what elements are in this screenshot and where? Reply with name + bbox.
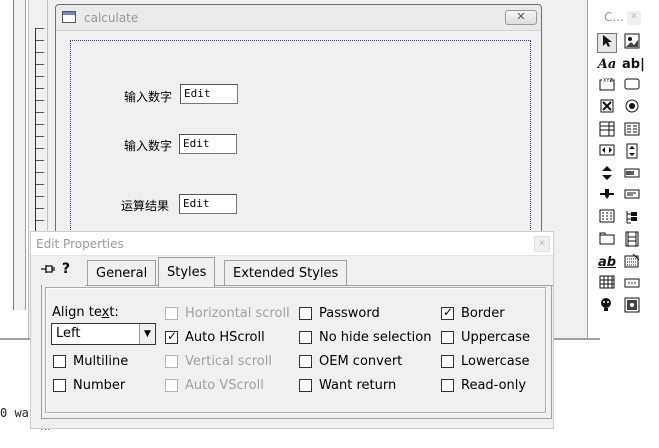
number-checkbox[interactable] <box>53 378 66 392</box>
number-label: Number <box>73 377 126 393</box>
chevron-down-icon[interactable]: ▼ <box>139 324 155 344</box>
oem-convert-option[interactable]: OEM convert <box>299 352 402 370</box>
vertical-scrollbar-icon[interactable] <box>622 143 642 163</box>
multiline-label: Multiline <box>73 353 129 369</box>
lowercase-option[interactable]: Lowercase <box>441 352 530 370</box>
uppercase-label: Uppercase <box>461 329 530 345</box>
align-text-select[interactable]: Left ▼ <box>51 323 156 345</box>
edit-properties-window[interactable]: Edit Properties ✕ ? General Styles Exten… <box>30 231 554 429</box>
multiline-checkbox[interactable] <box>53 354 66 368</box>
progress-control-icon[interactable] <box>622 165 642 185</box>
dialog-close-button[interactable]: ✕ <box>505 10 537 25</box>
read-only-label: Read-only <box>461 377 527 393</box>
tab-control-icon[interactable] <box>597 231 617 251</box>
properties-titlebar[interactable]: Edit Properties ✕ <box>31 232 553 256</box>
properties-title: Edit Properties <box>36 237 124 251</box>
vertical-scroll-checkbox <box>165 354 178 368</box>
picture-control-icon[interactable] <box>622 33 642 53</box>
vertical-scroll-option: Vertical scroll <box>165 352 272 370</box>
lowercase-label: Lowercase <box>461 353 530 369</box>
group-box-icon[interactable]: XYZ <box>597 77 617 97</box>
slider-control-icon[interactable] <box>597 187 617 207</box>
list-box-icon[interactable] <box>622 121 642 141</box>
date-time-picker-icon[interactable] <box>622 253 642 273</box>
align-text-label: Align text: <box>52 305 119 320</box>
pointer-icon[interactable] <box>597 33 617 53</box>
list-control-icon[interactable] <box>597 209 617 229</box>
edit-control-result[interactable]: Edit <box>179 194 237 214</box>
auto-vscroll-label: Auto VScroll <box>185 377 264 393</box>
edit-control-icon[interactable]: ab| <box>622 55 645 75</box>
border-label: Border <box>461 305 505 321</box>
combo-box-icon[interactable] <box>597 121 617 141</box>
auto-hscroll-checkbox[interactable] <box>165 329 178 344</box>
dialog-titlebar[interactable]: calculate ✕ <box>56 5 541 31</box>
animation-control-icon[interactable] <box>622 231 642 251</box>
custom-control-icon[interactable] <box>597 297 617 317</box>
horizontal-scrollbar-icon[interactable] <box>597 143 617 163</box>
auto-hscroll-option[interactable]: Auto HScroll <box>165 328 265 346</box>
result-label: 运算结果 <box>121 199 170 213</box>
edit-control-2[interactable]: Edit <box>179 134 237 154</box>
month-calendar-icon[interactable] <box>597 275 617 295</box>
help-icon[interactable]: ? <box>62 261 70 277</box>
password-label: Password <box>319 305 380 321</box>
radio-button-icon[interactable] <box>622 99 642 119</box>
toolbox-close-button[interactable]: ✕ <box>627 11 641 25</box>
svg-text:XYZ: XYZ <box>603 78 613 84</box>
multiline-option[interactable]: Multiline <box>53 352 128 370</box>
want-return-label: Want return <box>319 377 397 393</box>
auto-vscroll-option: Auto VScroll <box>165 376 264 394</box>
horizontal-scroll-option: Horizontal scroll <box>165 304 290 322</box>
ip-address-icon[interactable] <box>622 275 642 295</box>
no-hide-selection-option[interactable]: No hide selection <box>299 328 431 346</box>
spin-control-icon[interactable] <box>597 165 617 185</box>
edit-control-1[interactable]: Edit <box>180 84 238 104</box>
password-checkbox[interactable] <box>299 306 312 320</box>
lowercase-checkbox[interactable] <box>441 354 454 368</box>
toolbox-title: C... <box>604 10 624 24</box>
read-only-option[interactable]: Read-only <box>441 376 526 394</box>
oem-convert-label: OEM convert <box>319 353 403 369</box>
rich-edit-icon[interactable]: ab <box>597 253 617 273</box>
want-return-checkbox[interactable] <box>299 378 312 392</box>
solution-pane-scrollbar[interactable] <box>14 0 26 310</box>
pin-icon[interactable] <box>40 263 56 279</box>
border-checkbox[interactable] <box>441 305 454 320</box>
static-text-icon[interactable]: Aa <box>597 55 617 75</box>
align-text-value: Left <box>56 326 81 341</box>
number-option[interactable]: Number <box>53 376 125 394</box>
input-label-2: 输入数字 <box>124 139 173 153</box>
horizontal-scroll-checkbox <box>165 306 178 320</box>
tab-styles[interactable]: Styles <box>158 257 216 287</box>
tab-general[interactable]: General <box>87 260 157 286</box>
read-only-checkbox[interactable] <box>441 378 454 392</box>
button-control-icon[interactable] <box>622 77 642 97</box>
password-option[interactable]: Password <box>299 304 380 322</box>
hotkey-control-icon[interactable] <box>622 187 642 207</box>
properties-close-button[interactable]: ✕ <box>534 236 550 252</box>
no-hide-selection-checkbox[interactable] <box>299 330 312 344</box>
input-label-1: 输入数字 <box>124 90 173 104</box>
oem-convert-checkbox[interactable] <box>299 354 312 368</box>
vertical-scroll-label: Vertical scroll <box>185 353 272 369</box>
tab-extended-styles[interactable]: Extended Styles <box>224 260 348 286</box>
checkbox-control-icon[interactable] <box>597 99 617 119</box>
want-return-option[interactable]: Want return <box>299 376 396 394</box>
uppercase-option[interactable]: Uppercase <box>441 328 530 346</box>
horizontal-scroll-label: Horizontal scroll <box>185 305 290 321</box>
uppercase-checkbox[interactable] <box>441 330 454 344</box>
design-dialog[interactable]: calculate ✕ 输入数字 Edit 输入数字 Edit 运算结果 Edi… <box>55 4 542 250</box>
no-hide-selection-label: No hide selection <box>319 329 432 345</box>
auto-hscroll-label: Auto HScroll <box>185 329 265 345</box>
window-icon <box>62 11 76 23</box>
solution-pane <box>0 0 14 310</box>
extended-combo-icon[interactable] <box>622 297 642 317</box>
auto-vscroll-checkbox <box>165 378 178 392</box>
border-option[interactable]: Border <box>441 304 505 322</box>
tree-control-icon[interactable] <box>622 209 642 229</box>
dialog-title: calculate <box>84 11 139 25</box>
